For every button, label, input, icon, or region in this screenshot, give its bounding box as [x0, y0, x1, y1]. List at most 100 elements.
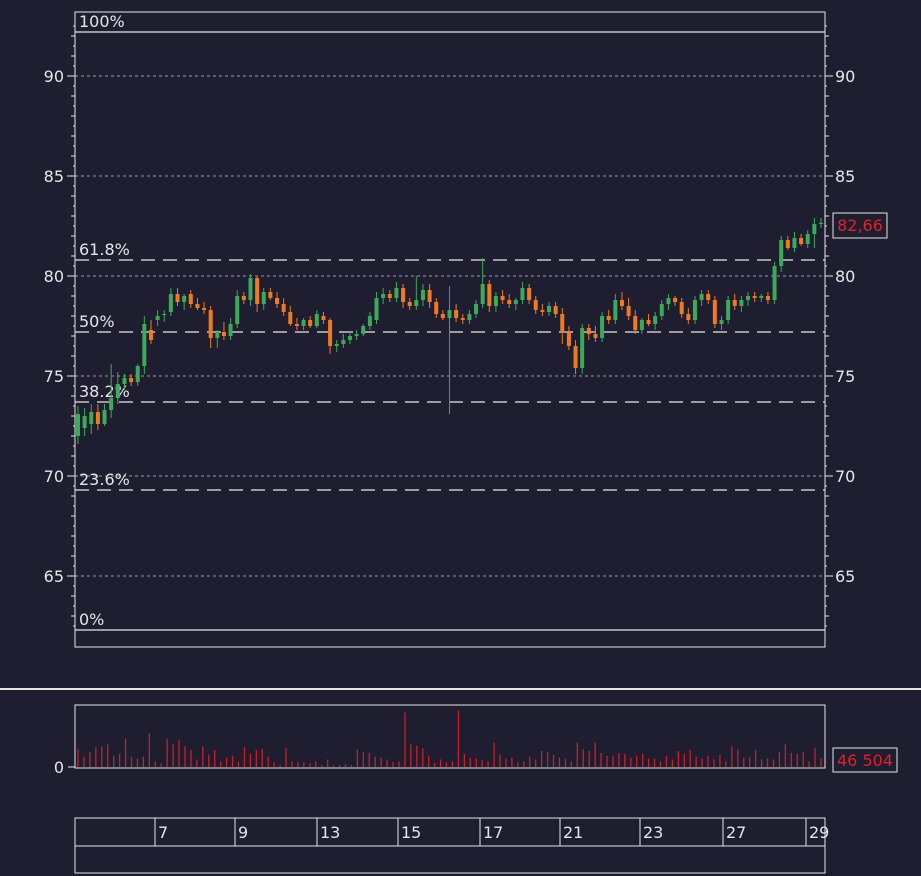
- candle-body: [726, 300, 731, 320]
- last-price-marker: 82,66: [832, 212, 888, 239]
- candle-body: [560, 314, 565, 332]
- candle-body: [347, 336, 352, 340]
- candle-body: [268, 292, 273, 298]
- candle-body: [341, 340, 346, 344]
- y-tick-label-right: 75: [835, 367, 855, 386]
- fib-label: 23.6%: [79, 470, 130, 489]
- y-tick-label-left: 85: [44, 167, 64, 186]
- fib-label: 50%: [79, 312, 115, 331]
- candle-body: [281, 304, 286, 312]
- candle-body: [155, 316, 160, 320]
- candle-body: [261, 292, 266, 304]
- date-tick-label: 13: [320, 823, 340, 842]
- candle-body: [732, 300, 737, 306]
- candle-body: [168, 294, 173, 312]
- candle-body: [109, 398, 114, 410]
- candle-body: [653, 316, 658, 324]
- candle-body: [646, 320, 651, 324]
- candle-body: [148, 330, 153, 340]
- candle-body: [792, 238, 797, 248]
- candle-body: [188, 294, 193, 304]
- candle-body: [387, 294, 392, 298]
- candle-body: [89, 412, 94, 424]
- candle-body: [102, 410, 107, 424]
- candle-body: [626, 306, 631, 316]
- candle-body: [580, 328, 585, 368]
- candle-body: [805, 234, 810, 244]
- candle-body: [122, 378, 127, 384]
- date-tick-label: 27: [726, 823, 746, 842]
- candle-body: [487, 284, 492, 306]
- date-tick-label: 7: [158, 823, 168, 842]
- candle-body: [367, 316, 372, 326]
- candle-body: [467, 314, 472, 320]
- y-tick-label-left: 75: [44, 367, 64, 386]
- candle-body: [440, 314, 445, 318]
- candle-body: [706, 294, 711, 300]
- candle-body: [447, 310, 452, 318]
- date-tick-label: 21: [563, 823, 583, 842]
- candle-body: [573, 346, 578, 368]
- candle-body: [248, 278, 253, 300]
- candle-body: [513, 300, 518, 304]
- candle-body: [427, 290, 432, 302]
- candle-body: [76, 414, 80, 436]
- candle-body: [639, 320, 644, 330]
- candle-body: [82, 416, 87, 428]
- candle-body: [235, 296, 240, 324]
- volume-panel-frame: [74, 704, 826, 769]
- candle-body: [606, 316, 611, 320]
- candle-body: [381, 294, 386, 298]
- candle-body: [241, 296, 246, 300]
- date-tick-label: 17: [483, 823, 503, 842]
- candle-body: [474, 304, 479, 314]
- candle-body: [308, 320, 313, 326]
- candle-body: [819, 222, 823, 224]
- y-tick-label-right: 70: [835, 467, 855, 486]
- y-tick-label-left: 90: [44, 67, 64, 86]
- candle-body: [507, 300, 512, 304]
- candle-body: [520, 288, 525, 300]
- fib-label: 61.8%: [79, 240, 130, 259]
- candle-body: [679, 302, 684, 314]
- candle-body: [142, 324, 147, 366]
- y-tick-label-left: 65: [44, 567, 64, 586]
- candle-body: [566, 332, 571, 346]
- candle-body: [255, 278, 260, 304]
- candle-body: [208, 310, 213, 338]
- candle-body: [666, 298, 671, 304]
- candle-body: [401, 288, 406, 302]
- last-volume-marker: 46 504: [832, 747, 898, 773]
- fib-label: 0%: [79, 610, 104, 629]
- candle-body: [135, 366, 140, 382]
- y-tick-label-left: 80: [44, 267, 64, 286]
- candle-body: [328, 320, 333, 346]
- candle-body: [95, 412, 100, 424]
- date-tick-label: 15: [401, 823, 421, 842]
- candle-body: [586, 328, 591, 334]
- candle-body: [182, 296, 187, 302]
- candle-body: [699, 294, 704, 300]
- candle-body: [619, 300, 624, 306]
- candle-body: [361, 326, 366, 334]
- y-tick-label-right: 85: [835, 167, 855, 186]
- date-axis: 7 9 13 15 17 21 23 27 29: [74, 817, 829, 874]
- candle-body: [288, 312, 293, 324]
- candle-body: [659, 304, 664, 316]
- y-tick-label-left: 70: [44, 467, 64, 486]
- candle-body: [175, 294, 180, 302]
- candle-body: [759, 296, 764, 298]
- candle-body: [600, 316, 605, 338]
- volume-zero-label: 0: [54, 758, 64, 777]
- candle-body: [712, 300, 717, 324]
- candle-body: [772, 266, 777, 300]
- candle-body: [420, 290, 425, 300]
- candle-body: [739, 300, 744, 306]
- y-tick-label-right: 90: [835, 67, 855, 86]
- date-tick-label: 29: [809, 823, 829, 842]
- date-tick-label: 23: [643, 823, 663, 842]
- y-tick-label-right: 80: [835, 267, 855, 286]
- candle-body: [202, 308, 207, 310]
- candle-body: [799, 238, 804, 244]
- volume-series: [77, 710, 822, 767]
